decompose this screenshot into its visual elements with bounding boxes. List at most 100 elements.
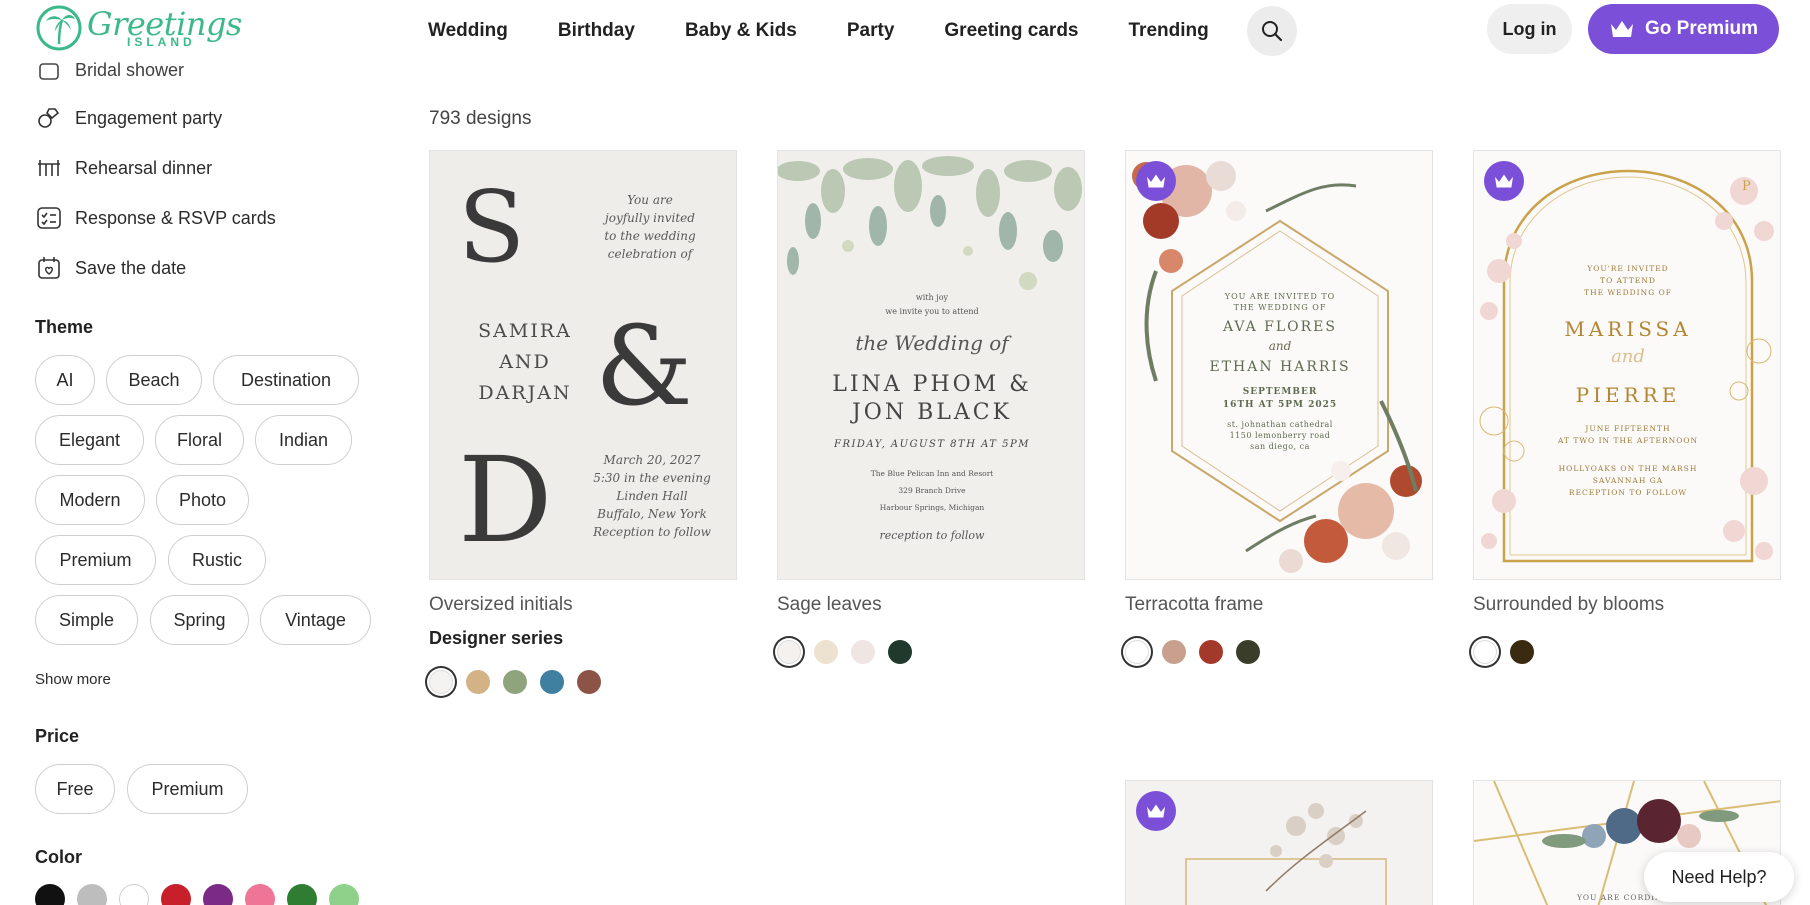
invite-name-2: ETHAN HARRIS (1209, 359, 1351, 375)
invite-footer: reception to follow (879, 529, 985, 542)
color-swatch[interactable] (329, 884, 359, 905)
nav-greeting-cards[interactable]: Greeting cards (944, 20, 1078, 42)
design-card-surrounded-by-blooms[interactable]: P YOU'RE INVITED TO ATTEND THE WEDDING O… (1473, 150, 1781, 580)
invite-line: 1150 lemonberry road (1229, 431, 1331, 440)
invite-name: JON BLACK (851, 400, 1013, 425)
invite-line: to the wedding (604, 229, 696, 243)
design-card-sage-leaves[interactable]: with joy we invite you to attend the Wed… (777, 150, 1085, 580)
card-color-option[interactable] (429, 670, 453, 694)
invite-name: SAMIRA (478, 320, 572, 342)
premium-badge (1136, 161, 1176, 201)
design-card-oversized-initials[interactable]: S & D You are joyfully invited to the we… (429, 150, 737, 580)
invite-line: 5:30 in the evening (593, 471, 711, 485)
color-swatch[interactable] (77, 884, 107, 905)
theme-chip-floral[interactable]: Floral (155, 415, 244, 465)
card-color-option[interactable] (1199, 640, 1223, 664)
sidebar-link-save-the-date[interactable]: Save the date (35, 254, 186, 282)
card-color-option[interactable] (888, 640, 912, 664)
price-chip-free[interactable]: Free (35, 764, 115, 814)
card-color-option[interactable] (1510, 640, 1534, 664)
invite-line: Buffalo, New York (597, 507, 707, 521)
show-more-link[interactable]: Show more (35, 671, 111, 688)
nav-party[interactable]: Party (847, 20, 895, 42)
invite-line: TO ATTEND (1600, 276, 1656, 285)
theme-chip-premium[interactable]: Premium (35, 535, 156, 585)
invite-initial-s: S (458, 171, 526, 285)
card-color-option[interactable] (1236, 640, 1260, 664)
invite-line: HOLLYOAKS ON THE MARSH (1558, 464, 1698, 473)
invite-corner-letter: P (1742, 179, 1751, 194)
theme-chip-vintage[interactable]: Vintage (260, 595, 371, 645)
card-color-option[interactable] (1473, 640, 1497, 664)
nav-trending[interactable]: Trending (1129, 20, 1209, 42)
design-card-terracotta-frame[interactable]: YOU ARE INVITED TO THE WEDDING OF AVA FL… (1125, 150, 1433, 580)
calendar-heart-icon (38, 257, 60, 279)
invite-line: YOU'RE INVITED (1587, 264, 1669, 273)
card-color-option[interactable] (1162, 640, 1186, 664)
theme-chip-rustic[interactable]: Rustic (168, 535, 266, 585)
crown-icon (1147, 804, 1165, 818)
invite-intro: You are joyfully invited to the wedding … (580, 191, 720, 263)
sidebar-link-rsvp-cards[interactable]: Response & RSVP cards (35, 204, 276, 232)
card-color-option[interactable] (540, 670, 564, 694)
card-title[interactable]: Sage leaves (777, 594, 882, 616)
color-swatch[interactable] (287, 884, 317, 905)
color-swatch[interactable] (161, 884, 191, 905)
theme-chip-ai[interactable]: AI (35, 355, 95, 405)
theme-chip-beach[interactable]: Beach (106, 355, 202, 405)
invite-venue: HOLLYOAKS ON THE MARSH SAVANNAH GA RECEP… (1474, 463, 1780, 499)
invite-line: 16TH AT 5PM 2025 (1222, 400, 1338, 410)
card-color-option[interactable] (1125, 640, 1149, 664)
card-color-option[interactable] (503, 670, 527, 694)
theme-chip-spring[interactable]: Spring (150, 595, 249, 645)
card-color-option[interactable] (577, 670, 601, 694)
nav-wedding[interactable]: Wedding (428, 20, 508, 42)
result-count: 793 designs (429, 108, 532, 129)
theme-chip-indian[interactable]: Indian (255, 415, 352, 465)
crown-icon (1147, 174, 1165, 188)
color-swatch[interactable] (119, 884, 149, 905)
design-card-partial-5[interactable] (1125, 780, 1433, 905)
sidebar-link-rehearsal-dinner[interactable]: Rehearsal dinner (35, 154, 212, 182)
color-swatch[interactable] (203, 884, 233, 905)
foliage-illustration (778, 156, 1082, 290)
sidebar-link-engagement-party[interactable]: Engagement party (35, 104, 222, 132)
card-color-option[interactable] (466, 670, 490, 694)
invite-details: March 20, 2027 5:30 in the evening Linde… (572, 451, 732, 541)
card-title[interactable]: Surrounded by blooms (1473, 594, 1664, 616)
card-title[interactable]: Oversized initials (429, 594, 573, 616)
theme-chip-photo[interactable]: Photo (156, 475, 249, 525)
theme-chip-destination[interactable]: Destination (213, 355, 359, 405)
invite-and: and (1268, 339, 1292, 353)
card-title[interactable]: Terracotta frame (1125, 594, 1263, 616)
color-swatch[interactable] (245, 884, 275, 905)
go-premium-label: Go Premium (1645, 18, 1758, 39)
nav-baby-kids[interactable]: Baby & Kids (685, 20, 797, 42)
invite-name: DARJAN (478, 382, 572, 404)
invite-script: the Wedding of (855, 331, 1009, 355)
login-button[interactable]: Log in (1487, 4, 1572, 54)
premium-badge (1136, 791, 1176, 831)
invite-line: st. johnathan cathedral (1227, 420, 1333, 429)
nav-birthday[interactable]: Birthday (558, 20, 635, 42)
invite-line: Linden Hall (616, 489, 688, 503)
invite-name-1: MARISSA (1564, 317, 1692, 341)
need-help-button[interactable]: Need Help? (1644, 852, 1794, 902)
invite-line: celebration of (607, 247, 693, 261)
price-chip-premium[interactable]: Premium (127, 764, 248, 814)
sidebar-link-label: Bridal shower (75, 59, 185, 80)
rings-icon (38, 108, 60, 128)
go-premium-button[interactable]: Go Premium (1588, 4, 1779, 54)
card-color-option[interactable] (777, 640, 801, 664)
card-color-option[interactable] (814, 640, 838, 664)
price-title: Price (35, 726, 80, 746)
search-button[interactable] (1247, 6, 1297, 56)
card-color-option[interactable] (851, 640, 875, 664)
theme-chip-elegant[interactable]: Elegant (35, 415, 144, 465)
logo[interactable]: Greetings ISLAND (35, 4, 242, 52)
theme-chip-modern[interactable]: Modern (35, 475, 145, 525)
theme-chip-simple[interactable]: Simple (35, 595, 138, 645)
invite-date: JUNE FIFTEENTH AT TWO IN THE AFTERNOON (1474, 423, 1780, 447)
invite-names: SAMIRA AND DARJAN (470, 316, 580, 409)
color-swatch[interactable] (35, 884, 65, 905)
